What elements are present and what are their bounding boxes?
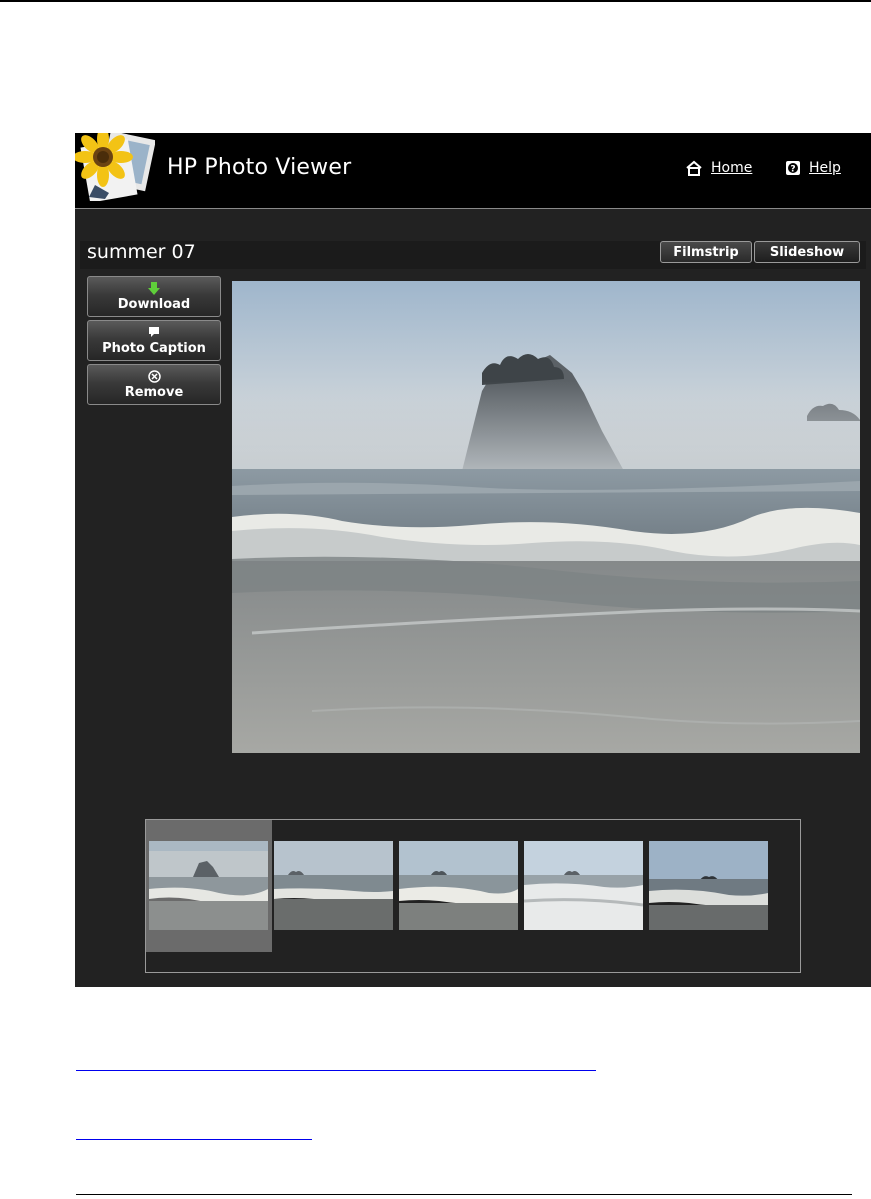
app-title: HP Photo Viewer bbox=[167, 155, 352, 180]
thumbnail-image bbox=[274, 841, 393, 930]
remove-button[interactable]: Remove bbox=[87, 364, 221, 405]
beach-photo bbox=[232, 281, 860, 753]
thumbnail-image bbox=[524, 841, 643, 930]
top-rule bbox=[0, 0, 871, 2]
help-link-label[interactable]: Help bbox=[809, 160, 841, 176]
help-link[interactable]: ? Help bbox=[785, 160, 841, 176]
photo-caption-label: Photo Caption bbox=[102, 340, 206, 356]
thumbnail[interactable] bbox=[649, 841, 768, 930]
header-divider bbox=[75, 208, 871, 209]
svg-text:?: ? bbox=[790, 165, 795, 175]
photo-viewer-window: HP Photo Viewer Home ? Help summer 07 Fi… bbox=[75, 133, 871, 987]
thumbnail-image bbox=[149, 841, 268, 930]
bottom-rule bbox=[76, 1194, 852, 1195]
help-icon: ? bbox=[786, 161, 800, 175]
caption-icon bbox=[149, 327, 159, 337]
document-link-2[interactable] bbox=[76, 1139, 312, 1140]
download-button[interactable]: Download bbox=[87, 276, 221, 317]
home-link-label[interactable]: Home bbox=[711, 160, 752, 176]
filmstrip bbox=[145, 819, 801, 973]
remove-label: Remove bbox=[124, 384, 184, 400]
photo-caption-button[interactable]: Photo Caption bbox=[87, 320, 221, 361]
thumbnail[interactable] bbox=[149, 841, 268, 930]
download-label: Download bbox=[117, 296, 191, 312]
slideshow-button[interactable]: Slideshow bbox=[754, 241, 860, 263]
download-arrow-icon bbox=[148, 282, 160, 295]
thumbnail[interactable] bbox=[399, 841, 518, 930]
remove-icon bbox=[147, 370, 161, 383]
album-title: summer 07 bbox=[87, 241, 196, 263]
logo-sunflower-icon bbox=[75, 133, 155, 201]
thumbnail-image bbox=[399, 841, 518, 930]
thumbnail[interactable] bbox=[524, 841, 643, 930]
document-link-1[interactable] bbox=[76, 1070, 596, 1071]
filmstrip-button[interactable]: Filmstrip bbox=[660, 241, 752, 263]
home-icon bbox=[686, 160, 702, 176]
photo-actions: Download Photo Caption Remove bbox=[87, 276, 221, 408]
main-photo bbox=[232, 281, 860, 753]
view-toggle: Filmstrip Slideshow bbox=[660, 241, 860, 263]
thumbnail[interactable] bbox=[274, 841, 393, 930]
thumbnail-image bbox=[649, 841, 768, 930]
viewer-header: HP Photo Viewer Home ? Help bbox=[75, 133, 871, 208]
home-link[interactable]: Home bbox=[685, 160, 752, 176]
